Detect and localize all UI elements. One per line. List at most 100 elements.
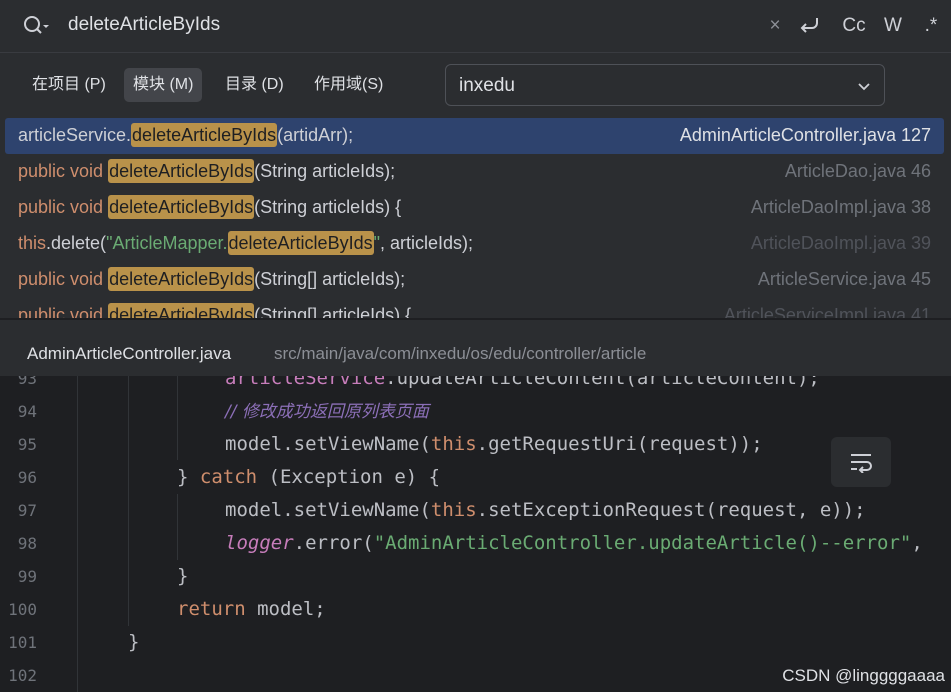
code-text: // 修改成功返回原列表页面: [225, 395, 429, 429]
search-match-highlight: deleteArticleByIds: [108, 303, 255, 318]
code-text: (String articleIds);: [254, 161, 396, 181]
scope-tab-project[interactable]: 在项目 (P): [23, 68, 115, 102]
code-line[interactable]: 99}: [0, 560, 951, 593]
search-match-highlight: deleteArticleByIds: [108, 159, 255, 183]
newline-icon: [800, 18, 818, 33]
line-number: 101: [8, 633, 37, 652]
code-token: this: [430, 499, 477, 521]
soft-wrap-icon: [851, 454, 872, 473]
code-line[interactable]: 94 // 修改成功返回原列表页面: [0, 395, 951, 428]
line-number: 100: [8, 600, 37, 619]
code-line[interactable]: 95 model.setViewName(this.getRequestUri(r…: [0, 428, 951, 461]
result-row[interactable]: this.delete("ArticleMapper.deleteArticle…: [5, 226, 944, 262]
result-code: public void deleteArticleByIds(String[] …: [18, 303, 412, 318]
search-match-highlight: deleteArticleByIds: [108, 195, 255, 219]
scope-tab-directory[interactable]: 目录 (D): [216, 68, 293, 102]
whole-words-button[interactable]: W: [880, 12, 906, 40]
code-text: (String[] articleIds);: [254, 269, 406, 289]
code-line[interactable]: 96} catch (Exception e) {: [0, 461, 951, 494]
search-icon[interactable]: [22, 14, 50, 38]
code-token: return: [177, 598, 246, 620]
result-row[interactable]: articleService.deleteArticleByIds(artidA…: [5, 118, 944, 154]
code-token: }: [128, 631, 140, 653]
result-row[interactable]: public void deleteArticleByIds(String[] …: [5, 298, 944, 318]
code-text: (String articleIds) {: [254, 197, 402, 217]
line-number: 98: [17, 534, 37, 553]
clear-search-button[interactable]: ×: [764, 12, 786, 40]
scope-tab-module[interactable]: 模块 (M): [124, 68, 203, 102]
code-token: }: [177, 466, 200, 488]
result-file-location: AdminArticleController.java 127: [679, 125, 931, 145]
preview-file-path: src/main/java/com/inxedu/os/edu/controll…: [274, 344, 647, 363]
code-text: model.setViewName(this.getRequestUri(req…: [225, 428, 763, 461]
close-icon: ×: [769, 15, 781, 36]
result-row[interactable]: public void deleteArticleByIds(String ar…: [5, 190, 944, 226]
result-code: public void deleteArticleByIds(String ar…: [18, 159, 396, 183]
code-token: .error(: [293, 532, 374, 554]
result-code: this.delete("ArticleMapper.deleteArticle…: [18, 231, 474, 255]
code-string: "ArticleMapper.: [106, 233, 228, 253]
code-text: (artidArr);: [277, 125, 354, 145]
chevron-down-icon: [858, 83, 870, 91]
line-number: 94: [17, 402, 37, 421]
code-text: , articleIds);: [379, 233, 474, 253]
match-case-button[interactable]: Cc: [838, 12, 870, 40]
find-in-files-popup: deleteArticleByIds × ↵ Cc W .* 在项目 (P) 模…: [0, 0, 951, 376]
code-line[interactable]: 101}: [0, 626, 951, 659]
code-token: .getRequestUri(request));: [476, 433, 763, 455]
result-file-location: ArticleService.java 45: [757, 269, 931, 289]
code-keyword: public void: [18, 305, 109, 318]
result-row[interactable]: public void deleteArticleByIds(String ar…: [5, 154, 944, 190]
line-number: 99: [17, 567, 37, 586]
result-file-location: ArticleDao.java 46: [784, 161, 931, 181]
result-code: public void deleteArticleByIds(String[] …: [18, 267, 406, 291]
search-match-highlight: deleteArticleByIds: [108, 267, 255, 291]
code-token: "AdminArticleController.updateArticle()-…: [373, 532, 912, 554]
code-text: } catch (Exception e) {: [177, 461, 440, 494]
code-token: // 修改成功返回原列表页面: [225, 402, 429, 422]
preview-header: AdminArticleController.java src/main/jav…: [0, 320, 951, 376]
code-token: model.setViewName(: [225, 499, 431, 521]
search-input[interactable]: deleteArticleByIds: [68, 14, 220, 36]
code-token: (Exception e) {: [257, 466, 441, 488]
code-text: model.setViewName(this.setExceptionReque…: [225, 494, 866, 527]
soft-wrap-button[interactable]: [831, 437, 891, 487]
line-number: 96: [17, 468, 37, 487]
code-text: logger.error("AdminArticleController.upd…: [225, 527, 923, 560]
results-list[interactable]: articleService. deleteArticleByIds (artidA…: [0, 118, 951, 318]
code-line[interactable]: 100 return model;: [0, 593, 951, 626]
code-text: articleService.: [18, 125, 132, 145]
scope-tab-scope[interactable]: 作用域(S): [305, 68, 392, 102]
watermark: CSDN @linggggaaaa: [782, 666, 945, 685]
scope-row: 在项目 (P) 模块 (M) 目录 (D) 作用域(S) inxedu: [0, 60, 951, 112]
result-row[interactable]: public void deleteArticleByIds(String[] …: [5, 262, 944, 298]
result-file-location: ArticleServiceImpl.java 41: [723, 305, 931, 318]
code-token: catch: [199, 466, 258, 488]
line-number: 102: [8, 666, 37, 685]
code-keyword: public void: [18, 197, 109, 217]
search-row: deleteArticleByIds × ↵ Cc W .*: [0, 0, 951, 53]
code-keyword: public void: [18, 161, 109, 181]
code-token: ,: [911, 532, 923, 554]
code-text: return model;: [177, 593, 326, 626]
code-editor[interactable]: 93 articleService.updateArticleContent(ar…: [0, 360, 951, 692]
code-text: (String[] articleIds) {: [254, 305, 412, 318]
code-token: this: [430, 433, 477, 455]
new-line-button[interactable]: ↵: [795, 12, 825, 40]
code-token: }: [177, 565, 189, 587]
code-line[interactable]: 97 model.setViewName(this.setExceptionReq…: [0, 494, 951, 527]
module-select-value: inxedu: [459, 75, 515, 96]
search-match-highlight: deleteArticleByIds: [227, 231, 374, 255]
code-text: }: [128, 626, 139, 659]
preview-file-name: AdminArticleController.java: [27, 344, 232, 363]
regex-button[interactable]: .*: [918, 12, 944, 40]
code-keyword: this: [18, 233, 47, 253]
line-number: 97: [17, 501, 37, 520]
module-select[interactable]: inxedu: [445, 64, 885, 106]
result-file-location: ArticleDaoImpl.java 39: [750, 233, 931, 253]
code-text: }: [177, 560, 188, 593]
result-file-location: ArticleDaoImpl.java 38: [750, 197, 931, 217]
code-line[interactable]: 98 logger.error("AdminArticleController.u…: [0, 527, 951, 560]
code-token: model.setViewName(: [225, 433, 431, 455]
code-token: logger: [225, 532, 294, 554]
